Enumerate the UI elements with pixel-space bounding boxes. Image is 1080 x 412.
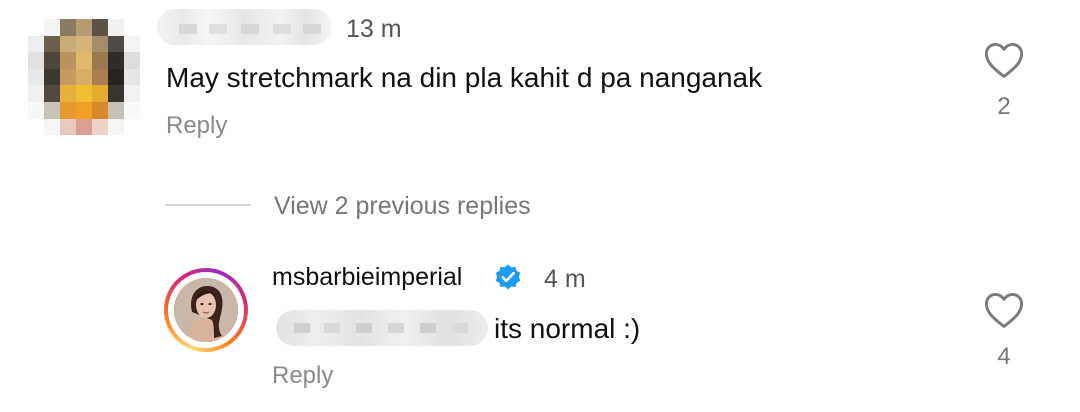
person-photo-icon [174,278,238,342]
comment-timestamp: 13 m [346,15,402,43]
commenter-avatar[interactable] [28,19,140,136]
thread-divider-line [166,204,250,206]
reply-text: its normal :) [494,313,641,344]
commenter-username-redacted[interactable] [157,9,332,45]
reply-reply-button[interactable]: Reply [272,362,333,390]
view-previous-replies-button[interactable]: View 2 previous replies [274,192,531,221]
heart-outline-icon [984,292,1024,328]
comment-like-button[interactable] [983,41,1025,84]
reply-like-button[interactable] [983,291,1025,334]
reply-like-count: 4 [997,343,1011,370]
reply-timestamp: 4 m [544,265,586,293]
verified-badge [494,263,522,296]
profile-photo [174,278,238,342]
comment-like-count: 2 [997,93,1011,120]
comment-text: May stretchmark na din pla kahit d pa na… [166,62,763,93]
mention-redacted[interactable] [276,310,488,346]
heart-outline-icon [984,42,1024,78]
comment-reply-button[interactable]: Reply [166,112,227,140]
reply-avatar[interactable] [164,268,248,352]
verified-badge-icon [495,264,521,290]
reply-username[interactable]: msbarbieimperial [272,263,462,292]
